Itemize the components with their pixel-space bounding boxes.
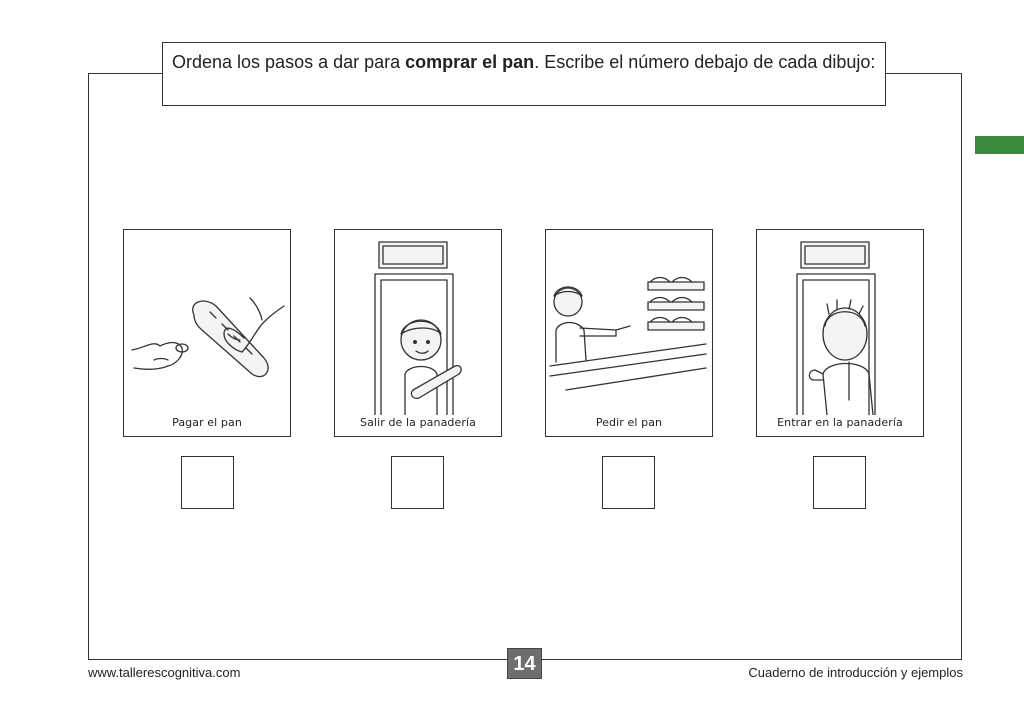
picture-card-leave: Salir de la panadería [334,229,502,437]
footer-website: www.tallerescognitiva.com [88,665,241,680]
answer-box-2[interactable] [391,456,444,509]
hands-paying-bread-illustration [131,297,285,378]
boy-leaving-door-illustration [374,241,462,415]
instruction-bold-text: comprar el pan [405,52,535,72]
picture-card-pay: Pagar el pan [123,229,291,437]
footer-book-title: Cuaderno de introducción y ejemplos [748,665,963,680]
picture-card-ask: Pedir el pan [545,229,713,437]
card-caption: Salir de la panadería [360,416,476,429]
picture-card-enter: Entrar en la panadería [756,229,924,437]
card-caption: Pedir el pan [595,416,663,429]
section-tab-marker [975,136,1024,154]
card-caption: Entrar en la panadería [777,416,903,429]
boy-pointing-at-bread-illustration [549,276,707,391]
instruction-text: Ordena los pasos a dar para [172,52,406,72]
instruction-box: Ordena los pasos a dar para comprar el p… [162,42,886,106]
card-caption: Pagar el pan [172,416,242,429]
page-number: 14 [507,648,542,679]
answer-box-1[interactable] [181,456,234,509]
answer-box-3[interactable] [602,456,655,509]
answer-box-4[interactable] [813,456,866,509]
boy-entering-door-illustration [796,241,876,415]
instruction-text-end: . Escribe el número debajo de cada dibuj… [534,52,876,72]
